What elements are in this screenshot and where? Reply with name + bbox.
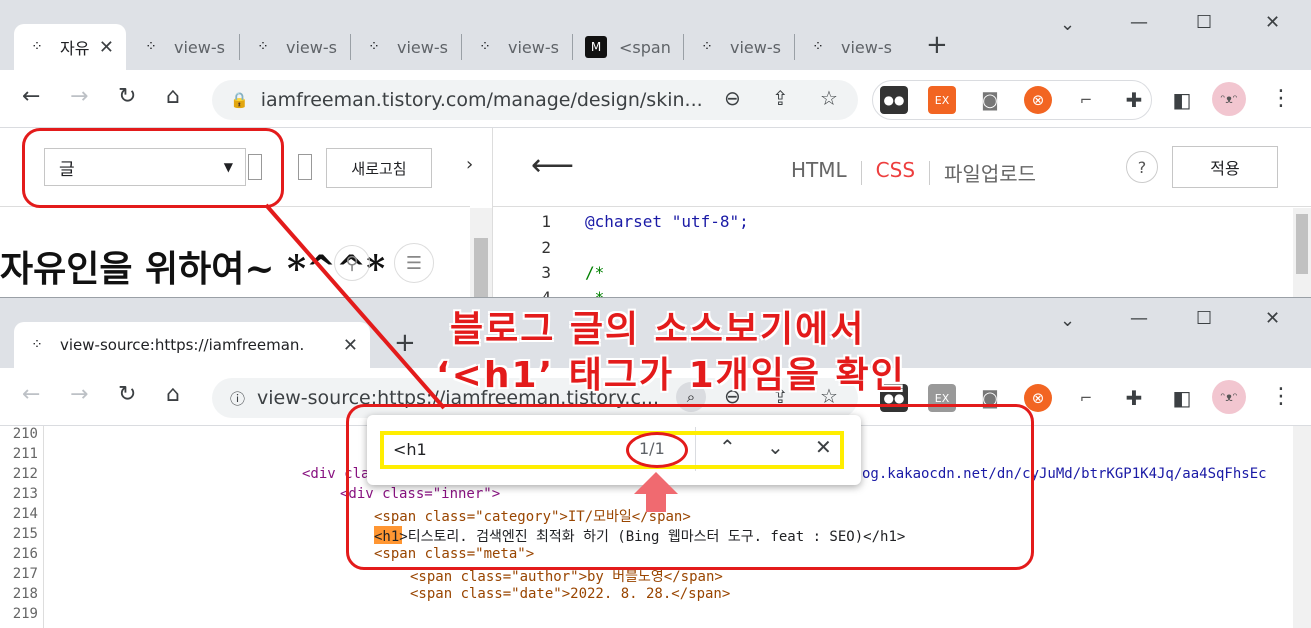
arrow-up-icon: [634, 472, 678, 512]
annotation-text-line2: ‘<h1’ 태그가 1개임을 확인: [436, 355, 906, 396]
annotation-text-line1: 블로그 글의 소스보기에서: [450, 309, 866, 350]
